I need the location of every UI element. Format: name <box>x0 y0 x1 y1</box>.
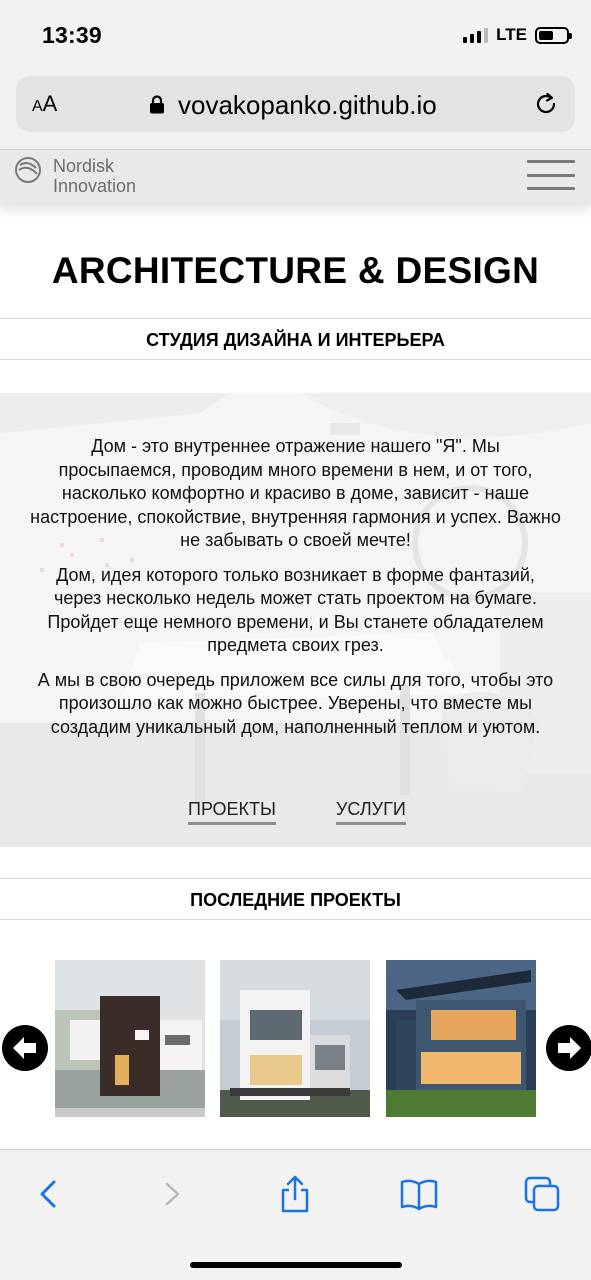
arrow-left-icon <box>13 1037 36 1059</box>
hero-paragraph-3: А мы в свою очередь приложем все силы дл… <box>37 669 554 737</box>
signal-strength-icon <box>463 27 489 43</box>
chevron-right-icon[interactable] <box>153 1174 193 1214</box>
share-icon[interactable] <box>275 1174 315 1214</box>
browser-address-area: AA vovakopanko.github.io <box>0 70 591 149</box>
chevron-left-icon[interactable] <box>30 1174 70 1214</box>
project-photo-1[interactable] <box>55 960 205 1117</box>
home-indicator <box>190 1262 402 1268</box>
nordisk-logo-icon[interactable] <box>14 156 42 184</box>
carousel-next-button[interactable] <box>546 1025 591 1071</box>
hero-section: Дом - это внутреннее отражение нашего "Я… <box>0 393 591 847</box>
status-bar: 13:39 LTE <box>0 0 591 70</box>
hamburger-menu-icon[interactable] <box>527 160 575 190</box>
logo-line-1: Nordisk <box>53 156 115 176</box>
reload-icon[interactable] <box>533 91 559 117</box>
hero-text: Дом - это внутреннее отражение нашего "Я… <box>30 435 561 750</box>
browser-toolbar <box>0 1149 591 1280</box>
book-icon[interactable] <box>399 1174 439 1214</box>
tabs-icon[interactable] <box>522 1174 562 1214</box>
projects-carousel <box>0 960 591 1120</box>
logo-text[interactable]: Nordisk Innovation <box>53 156 136 196</box>
text-size-button[interactable]: AA <box>32 91 57 117</box>
lock-icon <box>150 95 164 114</box>
battery-level <box>539 30 554 40</box>
status-indicators: LTE <box>463 25 572 45</box>
hero-paragraph-2: Дом, идея которого только возникает в фо… <box>47 564 544 656</box>
services-link[interactable]: УСЛУГИ <box>336 799 406 825</box>
site-header: Nordisk Innovation <box>0 149 591 205</box>
arrow-right-icon <box>558 1037 581 1059</box>
url-text[interactable]: vovakopanko.github.io <box>178 90 437 121</box>
address-bar[interactable]: AA vovakopanko.github.io <box>16 76 575 132</box>
status-time: 13:39 <box>42 22 102 48</box>
project-photo-3[interactable] <box>386 960 536 1117</box>
carousel-prev-button[interactable] <box>2 1025 48 1071</box>
logo-line-2: Innovation <box>53 176 137 196</box>
hero-paragraph-1: Дом - это внутреннее отражение нашего "Я… <box>30 436 561 550</box>
projects-link[interactable]: ПРОЕКТЫ <box>188 799 276 825</box>
recent-projects-heading: ПОСЛЕДНИЕ ПРОЕКТЫ <box>0 878 591 920</box>
battery-icon <box>535 26 572 44</box>
page-title: ARCHITECTURE & DESIGN <box>51 250 540 291</box>
page-subtitle: СТУДИЯ ДИЗАЙНА И ИНТЕРЬЕРА <box>0 318 591 360</box>
project-photo-2[interactable] <box>220 960 370 1117</box>
hero-links: ПРОЕКТЫ УСЛУГИ <box>0 799 591 829</box>
network-type: LTE <box>496 25 527 44</box>
